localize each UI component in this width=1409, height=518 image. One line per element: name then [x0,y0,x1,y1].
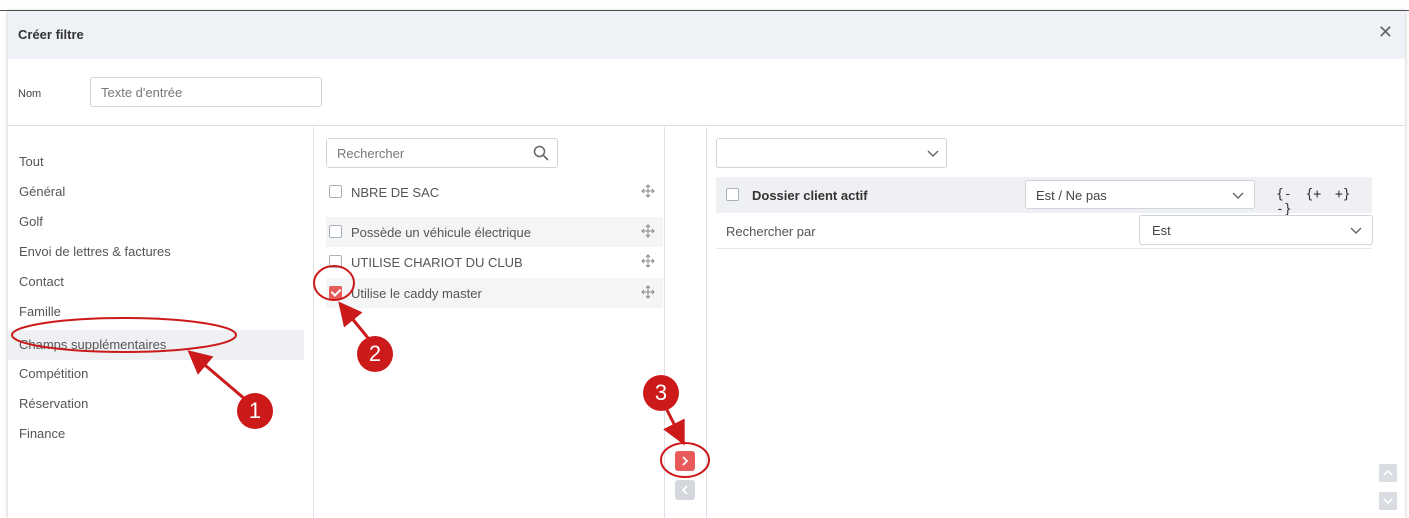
category-item-famille[interactable]: Famille [8,297,304,327]
field-label: NBRE DE SAC [351,185,440,200]
field-checkbox[interactable] [329,185,342,198]
field-label: Possède un véhicule électrique [351,225,531,240]
move-up-button[interactable] [1379,464,1397,482]
chevron-down-icon [1350,227,1362,234]
move-icon[interactable] [641,224,655,238]
name-label: Nom [18,88,42,100]
field-item[interactable]: Possède un véhicule électrique [326,217,663,247]
open-bracket-plus[interactable]: {+ [1305,187,1321,202]
field-list: NBRE DE SAC Possède un véhicule électriq… [314,127,665,518]
category-item-contact[interactable]: Contact [8,267,304,297]
condition-checkbox[interactable] [726,188,739,201]
move-icon[interactable] [641,254,655,268]
chevron-down-icon [1232,192,1244,199]
condition-panel: Dossier client actif Est / Ne pas {- {+ … [707,127,1405,518]
operator-value: Est / Ne pas [1036,188,1107,203]
annotation-badge-1: 1 [237,393,273,429]
condition-row: Dossier client actif Est / Ne pas {- {+ … [716,177,1372,217]
category-item-competition[interactable]: Compétition [8,359,304,389]
add-field-button[interactable] [675,451,695,471]
search-by-row: Rechercher par Est [716,213,1373,249]
category-item-tout[interactable]: Tout [8,147,304,177]
field-search-input[interactable] [327,139,517,167]
chevron-down-icon [927,150,939,157]
move-icon[interactable] [641,184,655,198]
operator-select[interactable]: Est / Ne pas [1025,180,1255,209]
field-label: Utilise le caddy master [351,286,482,301]
create-filter-dialog: Créer filtre ✕ Nom Tout Général Golf Env… [8,11,1405,518]
field-item[interactable]: NBRE DE SAC [326,177,663,207]
field-checkbox-checked[interactable] [329,286,342,299]
move-icon[interactable] [641,285,655,299]
remove-field-button[interactable] [675,480,695,500]
close-bracket-plus[interactable]: +} [1335,187,1351,202]
category-item-champs-supplementaires[interactable]: Champs supplémentaires [8,330,304,360]
transfer-column [665,127,707,518]
field-item[interactable]: UTILISE CHARIOT DU CLUB [326,247,663,277]
chevron-down-icon [1383,498,1393,505]
search-by-select[interactable]: Est [1139,215,1373,245]
chevron-left-icon [681,485,688,495]
condition-title: Dossier client actif [752,188,868,203]
name-input[interactable] [90,77,322,107]
category-list: Tout Général Golf Envoi de lettres & fac… [8,127,314,518]
name-row: Nom [8,59,1405,126]
chevron-up-icon [1383,469,1393,476]
search-icon[interactable] [533,145,549,161]
annotation-badge-2: 2 [357,336,393,372]
chevron-right-icon [682,456,689,466]
dialog-header: Créer filtre ✕ [8,11,1405,59]
move-down-button[interactable] [1379,492,1397,510]
dialog-title: Créer filtre [18,27,84,42]
logic-select[interactable] [716,138,947,168]
field-search [326,138,558,168]
annotation-badge-3: 3 [643,375,679,411]
search-by-value: Est [1152,223,1171,238]
category-item-envoi-lettres[interactable]: Envoi de lettres & factures [8,237,304,267]
field-checkbox[interactable] [329,255,342,268]
category-item-general[interactable]: Général [8,177,304,207]
open-bracket-minus[interactable]: {- [1276,187,1292,202]
search-by-label: Rechercher par [726,224,816,239]
close-icon[interactable]: ✕ [1378,23,1393,41]
category-item-golf[interactable]: Golf [8,207,304,237]
field-label: UTILISE CHARIOT DU CLUB [351,255,523,270]
field-checkbox[interactable] [329,225,342,238]
field-item[interactable]: Utilise le caddy master [326,278,663,308]
